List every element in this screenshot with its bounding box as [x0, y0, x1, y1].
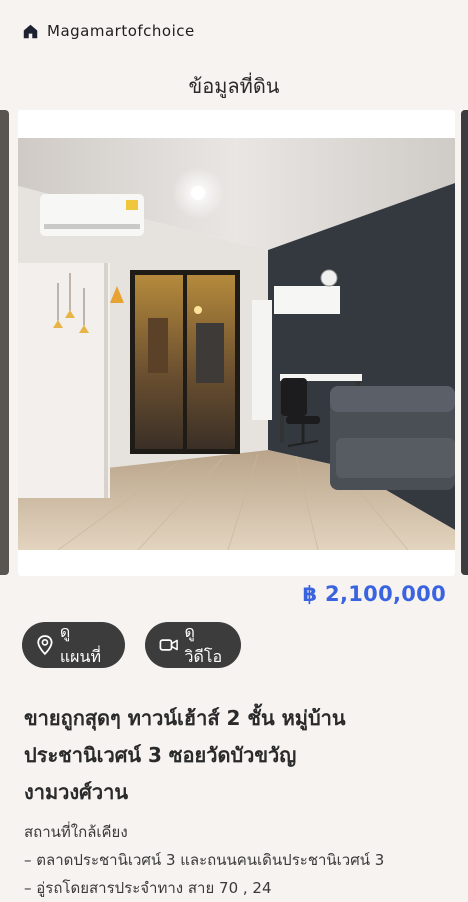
nearby-heading: สถานที่ใกล้เคียง — [24, 823, 128, 841]
previous-image-peek[interactable] — [0, 110, 9, 575]
brand[interactable]: Magamartofchoice — [22, 22, 195, 40]
view-map-button[interactable]: ดูแผนที่ — [22, 622, 125, 668]
map-pin-icon — [37, 635, 53, 656]
listing-title-line: งามวงศ์วาน — [24, 780, 129, 804]
listing-title-line: ประชานิเวศน์ 3 ซอยวัดบัวขวัญ — [24, 743, 297, 767]
property-photo — [18, 138, 455, 550]
property-image-carousel[interactable] — [18, 110, 455, 576]
listing-title: ขายถูกสุดๆ ทาวน์เฮ้าส์ 2 ชั้น หมู่บ้าน ป… — [24, 700, 444, 811]
nearby-item: – ตลาดประชานิเวศน์ 3 และถนนคนเดินประชานิ… — [24, 851, 385, 869]
app-header: Magamartofchoice — [0, 0, 468, 64]
brand-name: Magamartofchoice — [47, 22, 195, 40]
home-icon — [23, 24, 38, 38]
listing-title-line: ขายถูกสุดๆ ทาวน์เฮ้าส์ 2 ชั้น หมู่บ้าน — [24, 706, 346, 730]
nearby-places: สถานที่ใกล้เคียง – ตลาดประชานิเวศน์ 3 แล… — [24, 818, 454, 902]
nearby-item: – อู่รถโดยสารประจำทาง สาย 70 , 24 — [24, 879, 272, 897]
watch-video-label: ดูวิดีโอ — [184, 622, 223, 666]
listing-price: ฿ 2,100,000 — [302, 582, 446, 606]
view-map-label: ดูแผนที่ — [59, 622, 102, 666]
video-camera-icon — [159, 639, 178, 651]
page-title: ข้อมูลที่ดิน — [188, 74, 280, 98]
watch-video-button[interactable]: ดูวิดีโอ — [145, 622, 241, 668]
next-image-peek[interactable] — [461, 110, 468, 575]
